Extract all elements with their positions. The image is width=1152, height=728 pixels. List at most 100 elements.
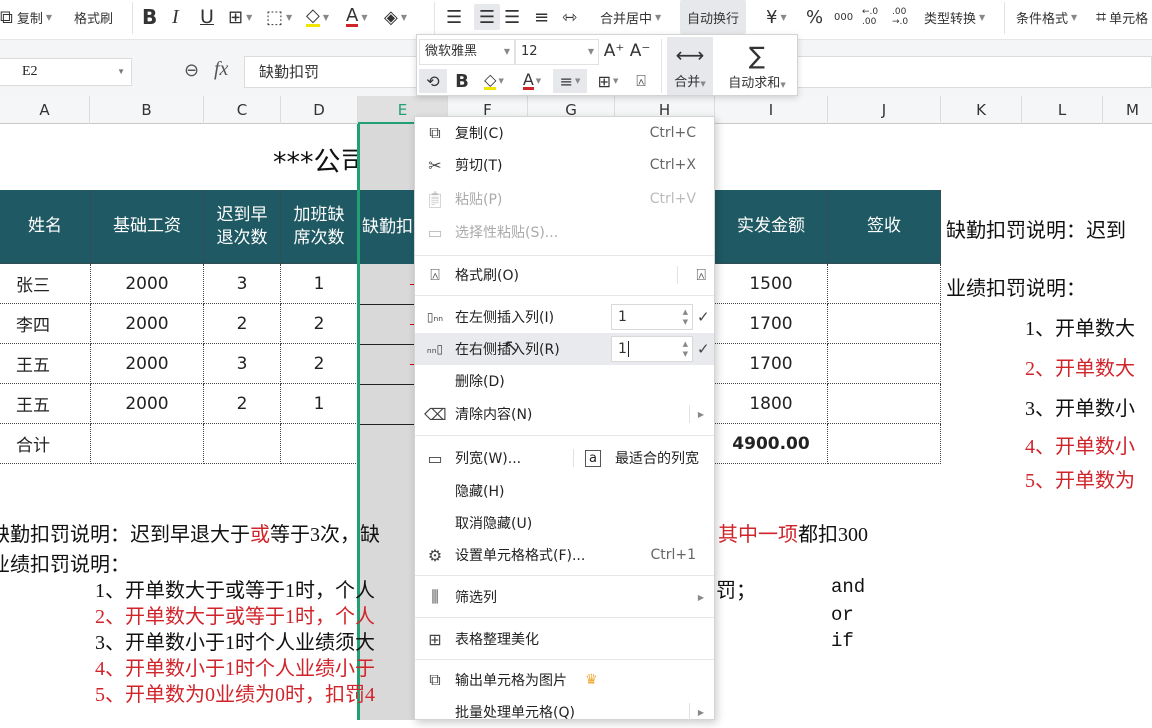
name-box[interactable]: E2 ▼	[0, 58, 132, 86]
border-icon[interactable]: ⊞ ▼	[591, 69, 625, 93]
cell-base[interactable]: 2000	[91, 264, 204, 304]
wrap-text-button[interactable]: 自动换行	[680, 0, 746, 34]
merge-center-button[interactable]: 合并居中 ▼	[600, 0, 661, 34]
cell-sign[interactable]	[828, 304, 941, 344]
cell-base[interactable]: 2000	[91, 384, 204, 424]
header-sign[interactable]: 签收	[828, 190, 941, 264]
cell-sign[interactable]	[828, 384, 941, 424]
column-header-d[interactable]: D	[281, 96, 358, 124]
menu-item-batch-process[interactable]: 批量处理单元格(Q) ▶	[415, 696, 714, 728]
column-header-a[interactable]: A	[0, 96, 90, 124]
font-name-select[interactable]: 微软雅黑 ▼	[419, 39, 515, 65]
confirm-check-icon[interactable]: ✓	[697, 340, 710, 358]
distribute-button[interactable]: ⇿	[562, 0, 577, 34]
align-center-button[interactable]: ☰	[474, 4, 500, 30]
percent-button[interactable]: %	[806, 0, 823, 34]
column-header-k[interactable]: K	[941, 96, 1022, 124]
menu-item-clear-content[interactable]: ⌫ 清除内容(N) ▶	[415, 398, 714, 430]
font-color-button[interactable]: A ▼	[346, 0, 367, 34]
currency-button[interactable]: ¥ ▼	[766, 0, 787, 34]
diagonal-border-button[interactable]: ⬚ ▼	[266, 0, 292, 34]
cell-absent[interactable]: 2	[281, 344, 358, 384]
thousands-button[interactable]: 000	[834, 0, 853, 34]
cell-total-actual[interactable]: 4900.00	[715, 424, 828, 464]
menu-item-export-as-image[interactable]: ⧉ 输出单元格为图片 ♛	[415, 664, 714, 696]
increase-decimal-button[interactable]: ←.0 .00	[862, 0, 884, 34]
menu-item-format-painter[interactable]: ⍓ 格式刷(O) ⍓	[415, 259, 714, 291]
menu-item-unhide[interactable]: 取消隐藏(U)	[415, 507, 714, 539]
increase-font-icon[interactable]: A⁺	[603, 39, 625, 63]
cell-actual[interactable]: 1500	[715, 264, 828, 304]
header-deduction[interactable]: 缺勤扣	[360, 190, 418, 264]
fill-color-icon[interactable]: ◇ ▼	[477, 69, 511, 93]
cell-empty[interactable]	[828, 424, 941, 464]
fx-icon[interactable]: fx	[214, 58, 228, 81]
cell-convert-icon[interactable]: ⟲	[419, 69, 447, 93]
header-late-count[interactable]: 迟到早 退次数	[204, 190, 281, 264]
justify-button[interactable]: ≡	[534, 0, 549, 34]
column-header-l[interactable]: L	[1022, 96, 1103, 124]
menu-item-insert-col-right[interactable]: ₙₙ▯ 在右侧插入列(R) 1 ▲ ▼ ✓	[415, 333, 714, 365]
underline-button[interactable]: U	[200, 0, 214, 34]
conditional-format-button[interactable]: 条件格式 ▼	[1016, 0, 1077, 34]
menu-item-cut[interactable]: ✂ 剪切(T) Ctrl+X	[415, 149, 714, 181]
column-header-b[interactable]: B	[90, 96, 204, 124]
insert-right-count-input[interactable]: 1 ▲ ▼	[611, 336, 693, 362]
cell-base[interactable]: 2000	[91, 304, 204, 344]
format-painter-multi-icon[interactable]: ⍓	[696, 265, 706, 285]
cell-empty[interactable]	[91, 424, 204, 464]
menu-item-paste[interactable]: 📋︎ 粘贴(P) Ctrl+V	[415, 183, 714, 215]
column-header-j[interactable]: J	[828, 96, 941, 124]
font-color-icon[interactable]: A ▼	[515, 69, 549, 93]
cell-actual[interactable]: 1700	[715, 304, 828, 344]
merge-button[interactable]: ⟷ 合并▼	[667, 37, 713, 95]
font-size-select[interactable]: 12 ▼	[515, 39, 599, 65]
copy-button[interactable]: ⧉ 复制 ▼	[0, 0, 52, 34]
confirm-check-icon[interactable]: ✓	[697, 308, 710, 326]
clear-format-button[interactable]: ◈ ▼	[384, 0, 407, 34]
cell-total-label[interactable]: 合计	[0, 424, 91, 464]
cell-sign[interactable]	[828, 344, 941, 384]
menu-item-paste-special[interactable]: ▭ 选择性粘贴(S)...	[415, 216, 714, 248]
format-painter-icon[interactable]: ⍓	[629, 69, 653, 93]
zoom-formula-icon[interactable]: ⊖	[184, 60, 199, 81]
cell-late[interactable]: 3	[204, 264, 281, 304]
cell-empty[interactable]	[281, 424, 358, 464]
cell-late[interactable]: 2	[204, 304, 281, 344]
cell-name[interactable]: 张三	[0, 264, 91, 304]
menu-item-hide[interactable]: 隐藏(H)	[415, 475, 714, 507]
menu-item-beautify-table[interactable]: ⊞ 表格整理美化	[415, 623, 714, 655]
cell-late[interactable]: 3	[204, 344, 281, 384]
cell-sign[interactable]	[828, 264, 941, 304]
menu-item-format-cells[interactable]: ⚙ 设置单元格格式(F)... Ctrl+1	[415, 539, 714, 571]
bold-icon[interactable]: B	[451, 69, 473, 93]
menu-item-column-width[interactable]: ▭ 列宽(W)... a 最适合的列宽	[415, 442, 714, 474]
menu-item-delete[interactable]: 删除(D)	[415, 365, 714, 397]
header-actual-amount[interactable]: 实发金额	[715, 190, 828, 264]
column-header-i[interactable]: I	[715, 96, 828, 124]
column-header-m[interactable]: M	[1103, 96, 1152, 124]
header-base-salary[interactable]: 基础工资	[91, 190, 204, 264]
cell-name[interactable]: 李四	[0, 304, 91, 344]
align-icon[interactable]: ≡ ▼	[553, 69, 587, 93]
cell-actual[interactable]: 1700	[715, 344, 828, 384]
bold-button[interactable]: B	[142, 0, 157, 34]
menu-item-filter-column[interactable]: ⫼ 筛选列 ▶	[415, 581, 714, 613]
header-absent-count[interactable]: 加班缺 席次数	[281, 190, 358, 264]
autosum-button[interactable]: ∑ 自动求和▼	[719, 37, 795, 95]
column-header-c[interactable]: C	[204, 96, 281, 124]
cell-style-button[interactable]: ⌗ 单元格	[1096, 0, 1148, 34]
italic-button[interactable]: I	[172, 0, 179, 34]
cell-absent[interactable]: 1	[281, 264, 358, 304]
decrease-decimal-button[interactable]: .00 →.0	[892, 0, 914, 34]
insert-left-count-input[interactable]: 1 ▲ ▼	[611, 304, 693, 330]
menu-item-insert-col-left[interactable]: ▯ₙₙ 在左侧插入列(I) 1 ▲ ▼ ✓	[415, 301, 714, 333]
fill-color-button[interactable]: ◇ ▼	[306, 0, 329, 34]
cell-name[interactable]: 王五	[0, 344, 91, 384]
align-right-button[interactable]: ☰	[504, 0, 520, 34]
format-painter-button[interactable]: 格式刷	[74, 0, 113, 34]
menu-item-copy[interactable]: ⧉ 复制(C) Ctrl+C	[415, 117, 714, 149]
cell-empty[interactable]	[204, 424, 281, 464]
type-convert-button[interactable]: 类型转换 ▼	[924, 0, 985, 34]
header-name[interactable]: 姓名	[0, 190, 91, 264]
